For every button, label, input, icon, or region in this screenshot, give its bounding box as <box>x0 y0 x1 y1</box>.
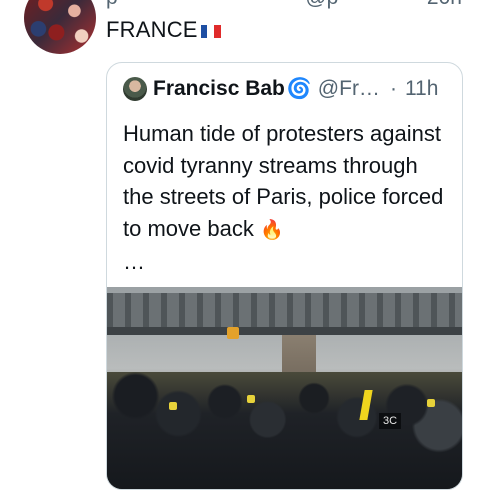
quoted-tweet-time[interactable]: 11h <box>405 77 438 101</box>
quoted-tweet-ellipsis: … <box>123 249 145 274</box>
tweet-header-partial: p·························· @p··········… <box>106 0 462 10</box>
cyclone-emoji-icon: 🌀 <box>286 78 312 100</box>
media-sign <box>227 327 239 339</box>
quoted-author-name[interactable]: Francisc Bab <box>153 77 285 101</box>
tweet-text-body: FRANCE <box>106 17 198 42</box>
author-avatar[interactable] <box>24 0 96 54</box>
quoted-tweet-card[interactable]: Francisc Bab 🌀 @Fr… · 11h Human tide of … <box>106 62 463 490</box>
fire-emoji-icon: 🔥 <box>259 219 284 241</box>
media-crowd <box>107 372 462 489</box>
quoted-tweet-media[interactable]: 3C <box>107 287 462 489</box>
media-police-badge: 3C <box>379 413 402 429</box>
media-vest <box>247 395 255 403</box>
quoted-tweet-header: Francisc Bab 🌀 @Fr… · 11h <box>123 76 438 101</box>
france-flag-icon <box>200 24 221 38</box>
media-bridge-shape <box>107 293 462 327</box>
quoted-tweet-text: Human tide of protesters against covid t… <box>123 118 453 278</box>
quoted-author-avatar <box>123 76 147 101</box>
media-vest <box>169 402 177 410</box>
media-vest <box>427 399 435 407</box>
tweet-text: FRANCE <box>106 17 221 43</box>
quoted-author-handle[interactable]: @Fr… <box>318 77 380 101</box>
separator-dot: · <box>389 76 397 100</box>
media-bridge-deck <box>107 327 462 335</box>
